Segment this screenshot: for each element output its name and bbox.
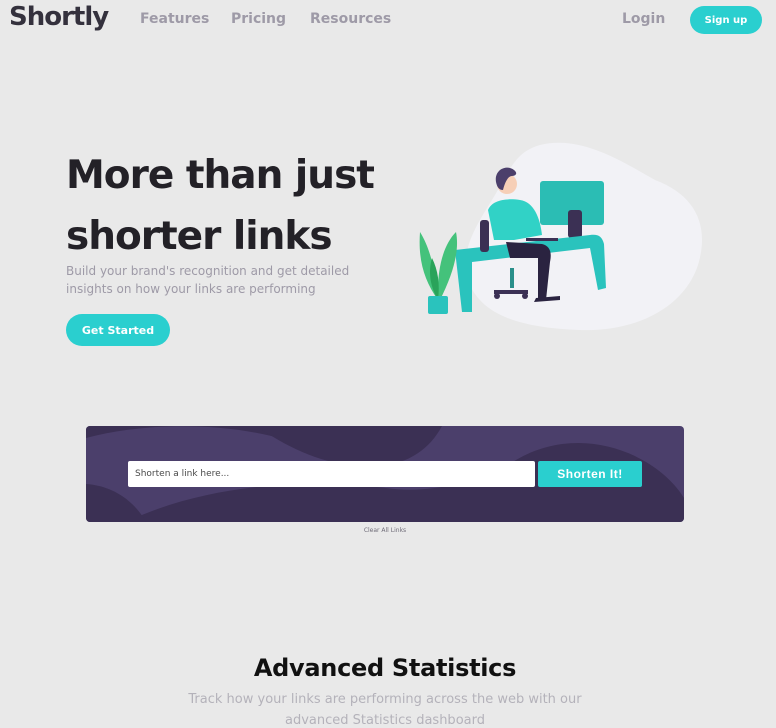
- logo[interactable]: Shortly: [9, 2, 109, 32]
- hero-illustration: [410, 140, 710, 332]
- nav-link-features[interactable]: Features: [140, 11, 209, 27]
- stats-subtitle: Track how your links are performing acro…: [188, 692, 582, 728]
- get-started-button[interactable]: Get Started: [66, 314, 170, 346]
- shorten-url-input[interactable]: [128, 461, 535, 487]
- signup-button[interactable]: Sign up: [690, 6, 762, 34]
- nav-link-pricing[interactable]: Pricing: [231, 11, 286, 27]
- plant-pot: [428, 296, 448, 314]
- hero-title: More than just shorter links: [66, 153, 375, 259]
- hero-subtitle: Build your brand's recognition and get d…: [66, 264, 350, 296]
- login-link[interactable]: Login: [622, 11, 665, 27]
- nav-link-resources[interactable]: Resources: [310, 11, 391, 27]
- shorten-panel: Shorten It!: [86, 426, 684, 522]
- clear-all-links-button[interactable]: Clear All Links: [0, 527, 770, 534]
- shorten-button[interactable]: Shorten It!: [538, 461, 642, 487]
- stats-title: Advanced Statistics: [253, 654, 517, 682]
